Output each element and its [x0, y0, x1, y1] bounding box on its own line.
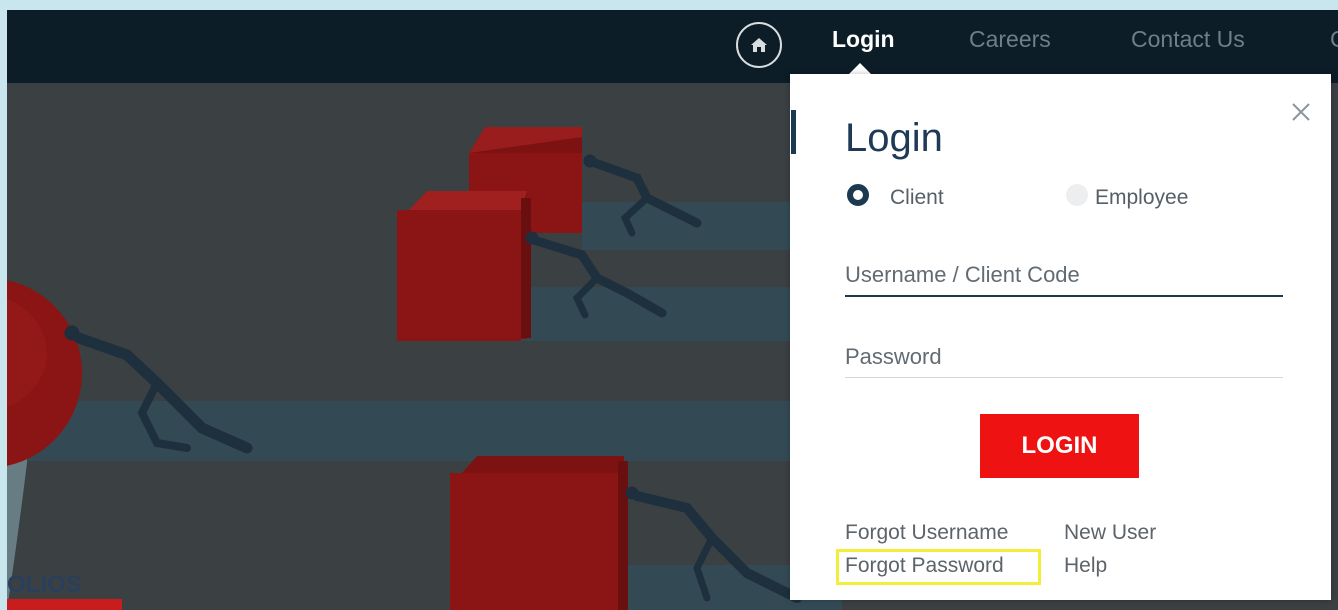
- username-input[interactable]: [845, 255, 1283, 297]
- cube-bottom: [450, 456, 628, 610]
- employee-radio-label[interactable]: Employee: [1095, 186, 1188, 210]
- employee-radio[interactable]: [1066, 184, 1088, 206]
- login-submit-button[interactable]: LOGIN: [980, 414, 1139, 478]
- top-navbar: Login Careers Contact Us C: [7, 10, 1338, 83]
- nav-item-truncated[interactable]: C: [1330, 26, 1338, 53]
- home-button[interactable]: [736, 22, 782, 68]
- client-radio-label[interactable]: Client: [890, 186, 944, 210]
- section-label: OLIOS: [7, 571, 82, 598]
- forgot-password-highlight: [836, 549, 1041, 585]
- nav-careers[interactable]: Careers: [969, 26, 1051, 53]
- nav-contact-us[interactable]: Contact Us: [1131, 26, 1245, 53]
- help-link[interactable]: Help: [1064, 554, 1107, 578]
- login-popup-caret: [849, 63, 871, 74]
- forgot-username-link[interactable]: Forgot Username: [845, 521, 1008, 545]
- section-label-bar: [7, 599, 122, 610]
- close-button[interactable]: [1283, 94, 1319, 130]
- panel-accent-bar: [791, 110, 796, 154]
- login-title: Login: [845, 116, 943, 160]
- password-input[interactable]: [845, 337, 1283, 378]
- client-radio[interactable]: [847, 184, 869, 206]
- home-icon: [751, 38, 767, 52]
- new-user-link[interactable]: New User: [1064, 521, 1156, 545]
- cube-middle: [397, 191, 531, 341]
- close-icon: [1292, 103, 1310, 121]
- nav-login[interactable]: Login: [832, 26, 895, 53]
